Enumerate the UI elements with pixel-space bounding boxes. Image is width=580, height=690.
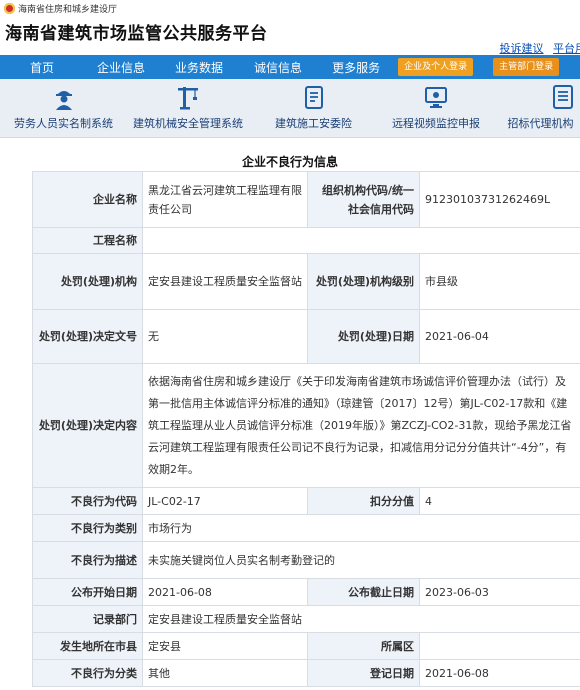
- behavior-desc-value: 未实施关键岗位人员实名制考勤登记的: [142, 541, 580, 579]
- table-row: 处罚(处理)决定文号 无 处罚(处理)日期 2021-06-04: [32, 309, 580, 364]
- deduct-score-label: 扣分分值: [307, 487, 420, 515]
- project-name-label: 工程名称: [32, 227, 143, 254]
- platform-link[interactable]: 平台用: [553, 42, 580, 55]
- bad-behavior-table: 企业名称 黑龙江省云河建筑工程监理有限责任公司 组织机构代码/统一社会信用代码 …: [32, 171, 580, 687]
- system-bar: 劳务人员实名制系统 建筑机械安全管理系统 建筑施工安委险 远程视频监控申报 招标…: [0, 79, 580, 138]
- system-label: 建筑机械安全管理系统: [133, 117, 243, 130]
- document-shield-icon: [304, 86, 323, 109]
- site-title: 海南省建筑市场监管公共服务平台: [5, 24, 268, 44]
- table-row: 不良行为描述 未实施关键岗位人员实名制考勤登记的: [32, 541, 580, 579]
- main-nav: 首页 企业信息 业务数据 诚信信息 更多服务 企业及个人登录 主管部门登录: [0, 55, 580, 79]
- region-value: [419, 632, 580, 660]
- deduct-score-value: 4: [419, 487, 580, 515]
- worker-icon: [55, 91, 72, 110]
- doc-number-value: 无: [142, 309, 308, 364]
- behavior-code-value: JL-C02-17: [142, 487, 308, 515]
- authority-login-button[interactable]: 主管部门登录: [493, 58, 560, 76]
- decision-content-label: 处罚(处理)决定内容: [32, 363, 143, 488]
- doc-number-label: 处罚(处理)决定文号: [32, 309, 143, 364]
- decision-date-value: 2021-06-04: [419, 309, 580, 364]
- system-bidding-agency[interactable]: 招标代理机构: [505, 79, 576, 137]
- complaint-link[interactable]: 投诉建议: [500, 42, 544, 55]
- behavior-category-label: 不良行为分类: [32, 659, 143, 687]
- project-name-value: [142, 227, 580, 254]
- system-construction-insurance[interactable]: 建筑施工安委险: [275, 79, 352, 137]
- decision-content-value: 依据海南省住房和城乡建设厅《关于印发海南省建筑市场诚信评价管理办法（试行）及第一…: [142, 363, 580, 488]
- agency-value: 定安县建设工程质量安全监督站: [142, 253, 308, 310]
- system-video-monitoring[interactable]: 远程视频监控申报: [392, 79, 480, 137]
- crane-icon: [178, 87, 198, 110]
- system-label: 劳务人员实名制系统: [14, 117, 113, 130]
- location-value: 定安县: [142, 632, 308, 660]
- table-row: 不良行为分类 其他 登记日期 2021-06-08: [32, 659, 580, 687]
- department-banner: 海南省住房和城乡建设厅: [4, 2, 117, 15]
- table-row: 不良行为类别 市场行为: [32, 514, 580, 542]
- system-label: 远程视频监控申报: [392, 117, 480, 130]
- behavior-category-value: 其他: [142, 659, 308, 687]
- header-links: 投诉建议 平台用: [494, 40, 580, 56]
- publish-start-label: 公布开始日期: [32, 578, 143, 606]
- company-login-button[interactable]: 企业及个人登录: [398, 58, 474, 76]
- nav-home[interactable]: 首页: [30, 59, 54, 76]
- behavior-type-value: 市场行为: [142, 514, 580, 542]
- publish-end-label: 公布截止日期: [307, 578, 420, 606]
- system-label: 建筑施工安委险: [275, 117, 352, 130]
- table-row: 发生地所在市县 定安县 所属区: [32, 632, 580, 660]
- system-labor-realname[interactable]: 劳务人员实名制系统: [14, 79, 113, 137]
- table-row: 企业名称 黑龙江省云河建筑工程监理有限责任公司 组织机构代码/统一社会信用代码 …: [32, 171, 580, 228]
- site-header: 海南省住房和城乡建设厅 海南省建筑市场监管公共服务平台 投诉建议 平台用: [0, 0, 580, 55]
- company-name-label: 企业名称: [32, 171, 143, 228]
- record-dept-value: 定安县建设工程质量安全监督站: [142, 605, 580, 633]
- table-row: 处罚(处理)机构 定安县建设工程质量安全监督站 处罚(处理)机构级别 市县级: [32, 253, 580, 310]
- page-title: 企业不良行为信息: [241, 155, 338, 169]
- org-code-label: 组织机构代码/统一社会信用代码: [307, 171, 420, 228]
- nav-more-services[interactable]: 更多服务: [332, 59, 380, 76]
- behavior-type-label: 不良行为类别: [32, 514, 143, 542]
- department-name: 海南省住房和城乡建设厅: [18, 5, 118, 15]
- behavior-desc-label: 不良行为描述: [32, 541, 143, 579]
- register-date-value: 2021-06-08: [419, 659, 580, 687]
- decision-date-label: 处罚(处理)日期: [307, 309, 420, 364]
- publish-end-value: 2023-06-03: [419, 578, 580, 606]
- monitor-icon: [425, 87, 447, 108]
- publish-start-value: 2021-06-08: [142, 578, 308, 606]
- region-label: 所属区: [307, 632, 420, 660]
- agency-level-label: 处罚(处理)机构级别: [307, 253, 420, 310]
- org-code-value: 91230103731262469L: [419, 171, 580, 228]
- table-row: 记录部门 定安县建设工程质量安全监督站: [32, 605, 580, 633]
- nav-credit-info[interactable]: 诚信信息: [254, 59, 302, 76]
- nav-business-data[interactable]: 业务数据: [175, 59, 223, 76]
- table-row: 工程名称: [32, 227, 580, 254]
- record-dept-label: 记录部门: [32, 605, 143, 633]
- list-document-icon: [553, 85, 573, 109]
- nav-company-info[interactable]: 企业信息: [97, 59, 145, 76]
- table-row: 处罚(处理)决定内容 依据海南省住房和城乡建设厅《关于印发海南省建筑市场诚信评价…: [32, 363, 580, 488]
- emblem-icon: [4, 3, 15, 14]
- behavior-code-label: 不良行为代码: [32, 487, 143, 515]
- register-date-label: 登记日期: [307, 659, 420, 687]
- agency-level-value: 市县级: [419, 253, 580, 310]
- table-row: 公布开始日期 2021-06-08 公布截止日期 2023-06-03: [32, 578, 580, 606]
- table-row: 不良行为代码 JL-C02-17 扣分分值 4: [32, 487, 580, 515]
- location-label: 发生地所在市县: [32, 632, 143, 660]
- agency-label: 处罚(处理)机构: [32, 253, 143, 310]
- company-name-value: 黑龙江省云河建筑工程监理有限责任公司: [142, 171, 308, 228]
- system-label: 招标代理机构: [507, 117, 574, 130]
- system-machinery-safety[interactable]: 建筑机械安全管理系统: [133, 79, 243, 137]
